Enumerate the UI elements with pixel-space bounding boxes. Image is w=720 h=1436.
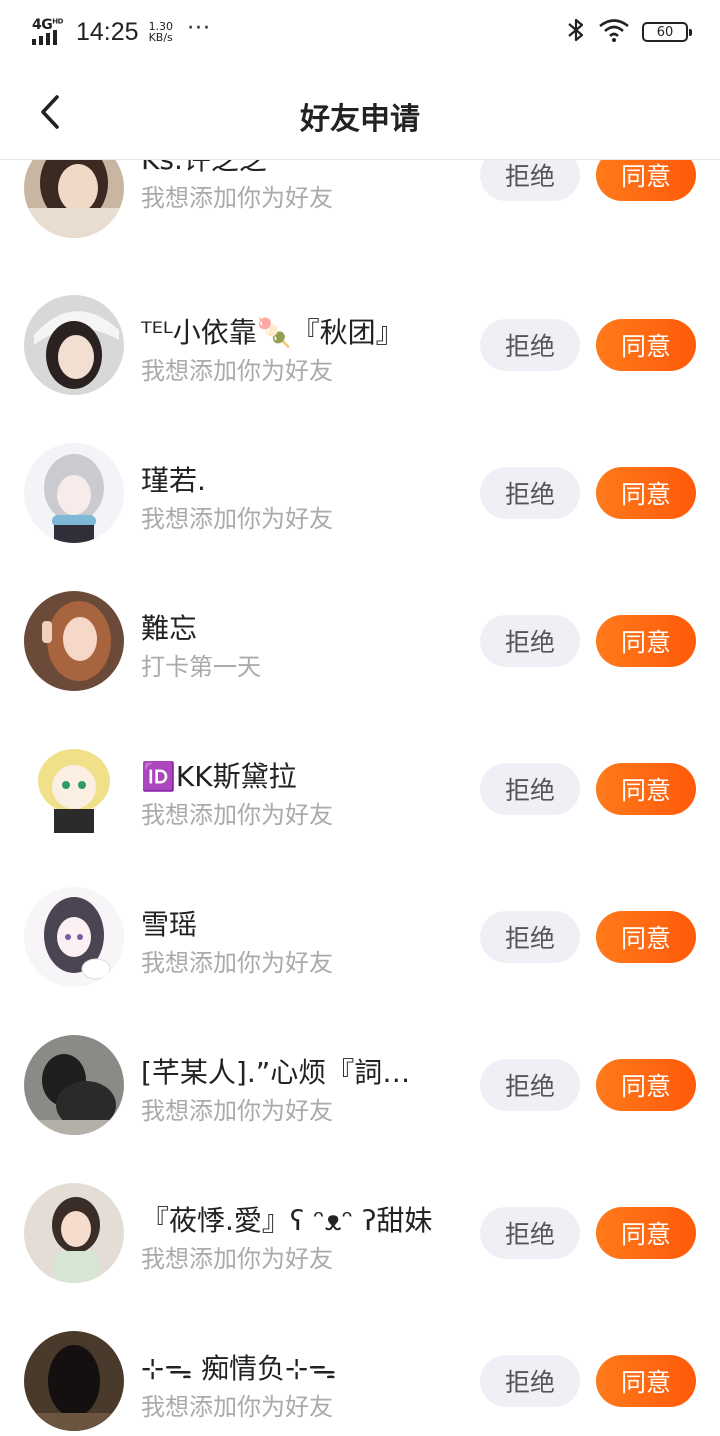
avatar[interactable]: [24, 1183, 124, 1283]
header: 好友申请: [0, 64, 720, 160]
avatar[interactable]: [24, 160, 124, 238]
request-message: 我想添加你为好友: [141, 1097, 333, 1125]
requester-name: 『莜悸.愛』ʕ ᵔᴥᵔ ʔ甜妹: [141, 1204, 433, 1237]
request-message: 我想添加你为好友: [141, 801, 333, 829]
request-message: 我想添加你为好友: [141, 505, 333, 533]
agree-button[interactable]: 同意: [596, 1355, 696, 1407]
reject-button[interactable]: 拒绝: [480, 467, 580, 519]
list-item: ⊹ᯓ 痴情负⊹ᯓ 我想添加你为好友 拒绝 同意: [0, 1331, 720, 1436]
signal-icon: 4GHD: [32, 17, 66, 47]
requester-name: 瑾若.: [141, 464, 206, 497]
avatar[interactable]: [24, 295, 124, 395]
request-message: 我想添加你为好友: [141, 1245, 333, 1273]
requester-name: 難忘: [141, 612, 198, 645]
request-message: 我想添加你为好友: [141, 357, 333, 385]
status-time: 14:25: [76, 17, 139, 46]
avatar[interactable]: [24, 739, 124, 839]
reject-button[interactable]: 拒绝: [480, 319, 580, 371]
network-speed: 1.30 KB/s: [148, 20, 174, 44]
request-message: 打卡第一天: [141, 653, 261, 681]
battery-icon: 60: [642, 22, 692, 42]
reject-button[interactable]: 拒绝: [480, 1059, 580, 1111]
list-item: [芊某人].”心烦『詞… 我想添加你为好友 拒绝 同意: [0, 1035, 720, 1183]
list-item: 難忘 打卡第一天 拒绝 同意: [0, 591, 720, 739]
agree-button[interactable]: 同意: [596, 615, 696, 667]
requester-name: ⊹ᯓ 痴情负⊹ᯓ: [141, 1352, 337, 1385]
requester-name: 🆔KK斯黛拉: [141, 760, 297, 793]
status-bar: 4GHD 14:25 1.30 KB/s ··· 60: [0, 0, 720, 64]
avatar[interactable]: [24, 591, 124, 691]
avatar[interactable]: [24, 887, 124, 987]
avatar[interactable]: [24, 443, 124, 543]
agree-button[interactable]: 同意: [596, 467, 696, 519]
request-message: 我想添加你为好友: [141, 949, 333, 977]
list-item: 『莜悸.愛』ʕ ᵔᴥᵔ ʔ甜妹 我想添加你为好友 拒绝 同意: [0, 1183, 720, 1331]
more-indicator: ···: [187, 15, 212, 41]
agree-button[interactable]: 同意: [596, 1059, 696, 1111]
avatar[interactable]: [24, 1035, 124, 1135]
reject-button[interactable]: 拒绝: [480, 1207, 580, 1259]
page-title: 好友申请: [300, 102, 420, 137]
requester-name: Ks.许芝芝: [141, 160, 267, 178]
request-message: 我想添加你为好友: [141, 1393, 333, 1421]
reject-button[interactable]: 拒绝: [480, 763, 580, 815]
requester-name: ᵀᴱᴸ小依靠🍡『秋团』: [141, 316, 404, 349]
friend-request-list[interactable]: Ks.许芝芝 我想添加你为好友 拒绝 同意 ᵀᴱᴸ小依靠🍡『秋团』 我想添加你为…: [0, 160, 720, 1436]
agree-button[interactable]: 同意: [596, 1207, 696, 1259]
agree-button[interactable]: 同意: [596, 763, 696, 815]
reject-button[interactable]: 拒绝: [480, 911, 580, 963]
requester-name: [芊某人].”心烦『詞…: [141, 1056, 411, 1089]
reject-button[interactable]: 拒绝: [480, 160, 580, 201]
list-item: 瑾若. 我想添加你为好友 拒绝 同意: [0, 443, 720, 591]
agree-button[interactable]: 同意: [596, 911, 696, 963]
list-item: 🆔KK斯黛拉 我想添加你为好友 拒绝 同意: [0, 739, 720, 887]
requester-name: 雪瑶: [141, 908, 198, 941]
avatar[interactable]: [24, 1331, 124, 1431]
bluetooth-icon: [566, 17, 586, 47]
wifi-icon: [598, 18, 630, 46]
reject-button[interactable]: 拒绝: [480, 615, 580, 667]
request-message: 我想添加你为好友: [141, 184, 333, 212]
list-item: Ks.许芝芝 我想添加你为好友 拒绝 同意: [0, 160, 720, 286]
list-item: ᵀᴱᴸ小依靠🍡『秋团』 我想添加你为好友 拒绝 同意: [0, 295, 720, 443]
agree-button[interactable]: 同意: [596, 160, 696, 201]
reject-button[interactable]: 拒绝: [480, 1355, 580, 1407]
agree-button[interactable]: 同意: [596, 319, 696, 371]
list-item: 雪瑶 我想添加你为好友 拒绝 同意: [0, 887, 720, 1035]
